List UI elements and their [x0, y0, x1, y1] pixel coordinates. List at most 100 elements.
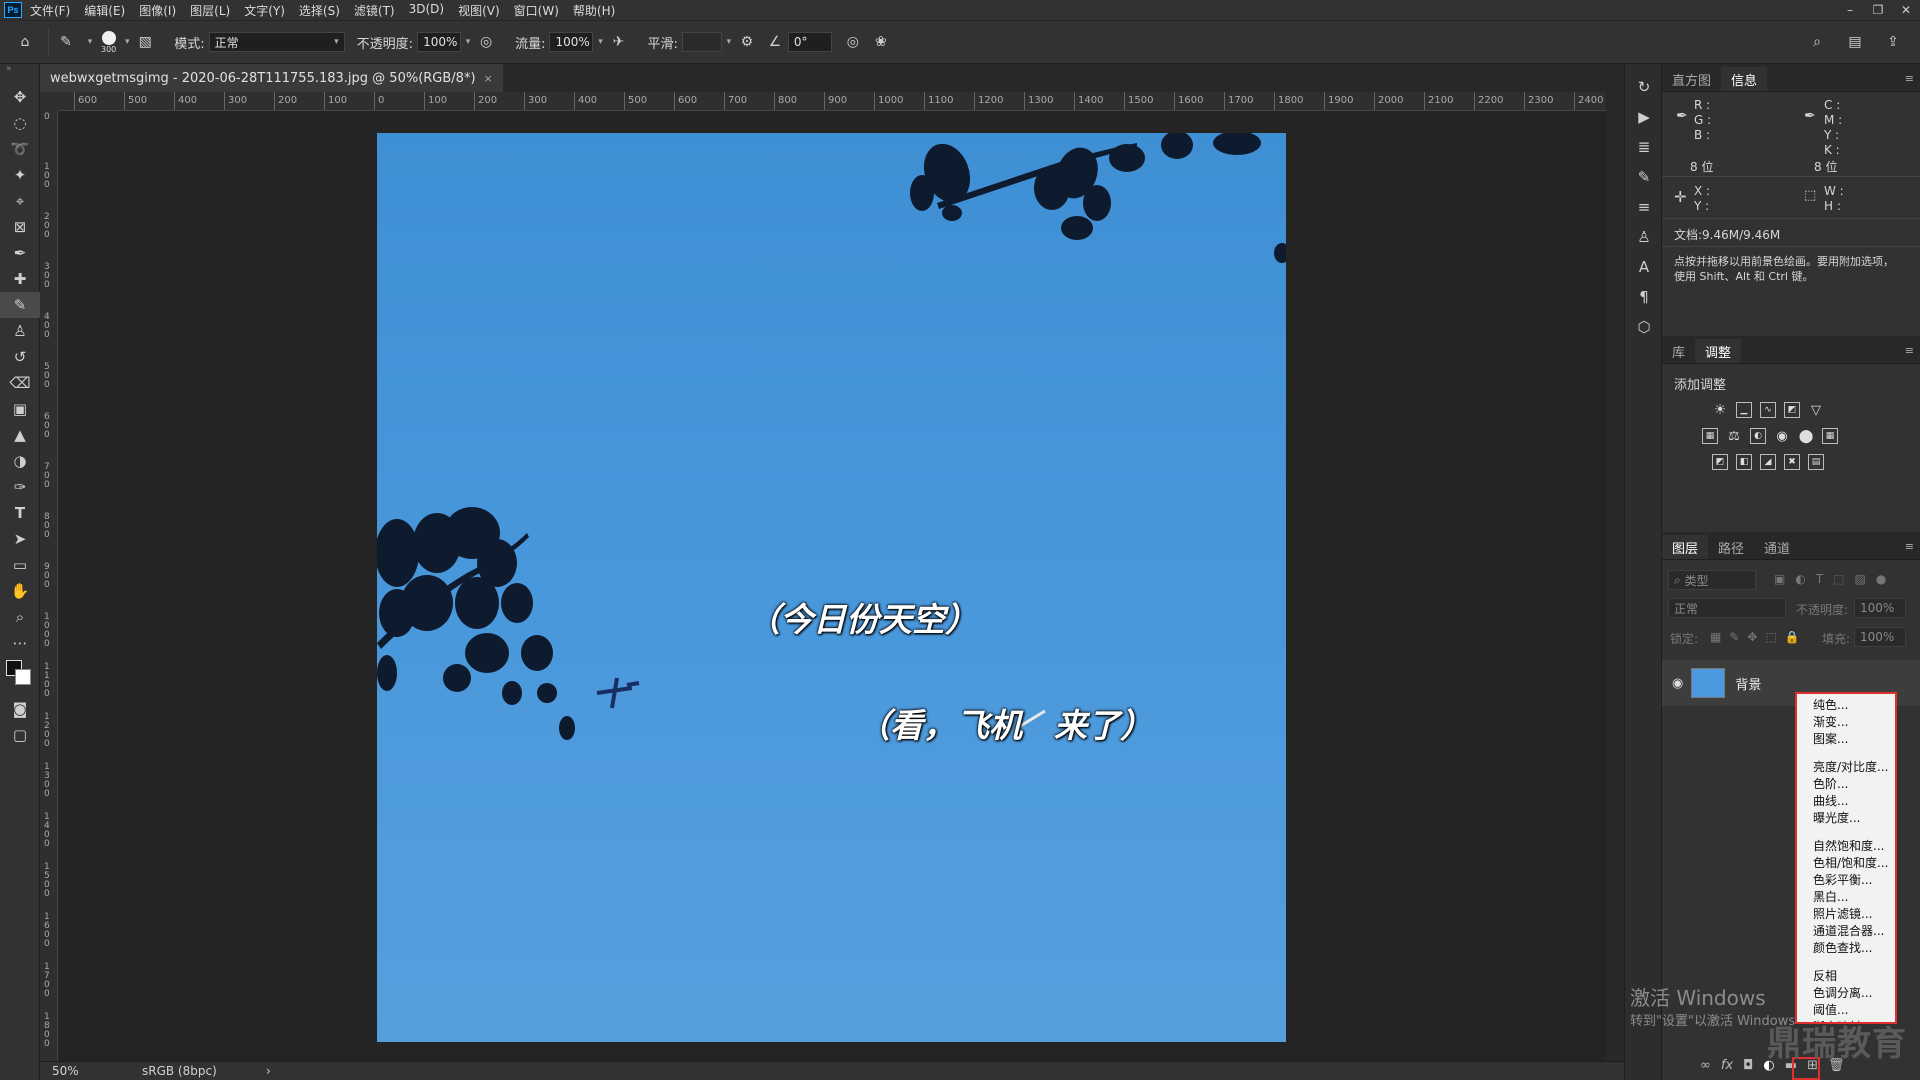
adjustment-menu-item[interactable]: 通道混合器... [1797, 923, 1895, 940]
lock-artboard-icon[interactable]: ⬚ [1765, 630, 1776, 644]
adjustment-menu-item[interactable]: 反相 [1797, 968, 1895, 985]
tab-libraries[interactable]: 库 [1662, 339, 1695, 363]
smart-object-filter-icon[interactable]: ▨ [1855, 572, 1866, 586]
fill-input[interactable]: 100% [1854, 627, 1906, 647]
adjustment-menu-item[interactable]: 色阶... [1797, 776, 1895, 793]
chevron-down-icon[interactable]: ▾ [120, 32, 134, 52]
layer-style-icon[interactable]: fx [1721, 1058, 1733, 1073]
background-color-swatch[interactable] [15, 669, 31, 685]
restore-icon[interactable]: ❐ [1864, 0, 1892, 20]
adjustment-menu-item[interactable]: 黑白... [1797, 889, 1895, 906]
menu-item[interactable]: 文件(F) [30, 2, 70, 19]
eyedropper-tool-icon[interactable]: ✒ [0, 240, 40, 266]
layer-kind-filter[interactable]: ⌕ 类型 [1668, 570, 1756, 590]
3d-panel-icon[interactable]: ⬡ [1625, 312, 1663, 342]
hand-tool-icon[interactable]: ✋ [0, 578, 40, 604]
expand-icon[interactable]: » [0, 64, 39, 84]
actions-panel-icon[interactable]: ▶ [1625, 102, 1663, 132]
adjustment-menu-item[interactable]: 色彩平衡... [1797, 872, 1895, 889]
gradient-map-icon[interactable]: ▤ [1808, 454, 1824, 470]
mode-select[interactable]: 正常 ▾ [208, 32, 345, 52]
lock-position-icon[interactable]: ✥ [1747, 630, 1757, 644]
gradient-tool-icon[interactable]: ▣ [0, 396, 40, 422]
brush-settings-panel-icon[interactable]: ▧ [134, 31, 156, 53]
canvas-area[interactable]: （今日份天空） （看，飞机 来了） [58, 111, 1606, 1061]
adjustment-menu-item[interactable]: 自然饱和度... [1797, 838, 1895, 855]
status-arrow-icon[interactable]: › [266, 1064, 271, 1078]
horizontal-ruler[interactable]: 600 500 400 300 200 100 0 100 200 300 400 500 600 700… [58, 92, 1606, 111]
color-swatches[interactable] [0, 656, 40, 696]
symmetry-icon[interactable]: ❀ [870, 31, 892, 53]
smooth-input[interactable] [681, 32, 722, 52]
exposure-icon[interactable]: ◩ [1784, 402, 1800, 418]
history-brush-tool-icon[interactable]: ↺ [0, 344, 40, 370]
tab-adjustments[interactable]: 调整 [1695, 339, 1742, 363]
adjustment-menu-item[interactable]: 照片滤镜... [1797, 906, 1895, 923]
menu-item[interactable]: 视图(V) [458, 2, 500, 19]
more-tools-icon[interactable]: ⋯ [0, 630, 40, 656]
lock-transparent-icon[interactable]: ▦ [1710, 630, 1721, 644]
angle-input[interactable]: 0° [787, 32, 832, 52]
adjustment-menu-item[interactable]: 色相/饱和度... [1797, 855, 1895, 872]
adjustment-menu-item[interactable]: 曲线... [1797, 793, 1895, 810]
invert-icon[interactable]: ◩ [1712, 454, 1728, 470]
vertical-ruler[interactable]: 0 1 0 0 2 0 0 3 0 0 4 0 0 5 0 0 6 0 0 7 0 0 8 0 … [40, 111, 58, 1061]
quick-select-tool-icon[interactable]: ✦ [0, 162, 40, 188]
shape-filter-icon[interactable]: ⬚ [1833, 572, 1844, 586]
workspace-icon[interactable]: ▤ [1844, 31, 1866, 53]
move-tool-icon[interactable]: ✥ [0, 84, 40, 110]
menu-item[interactable]: 帮助(H) [573, 2, 615, 19]
frame-tool-icon[interactable]: ⊠ [0, 214, 40, 240]
brush-tool-preset-icon[interactable]: ✎ [55, 31, 77, 53]
screen-mode-icon[interactable]: ▢ [0, 722, 40, 748]
pen-tool-icon[interactable]: ✑ [0, 474, 40, 500]
adjustment-menu-item[interactable]: 纯色... [1797, 697, 1895, 714]
opacity-input[interactable]: 100% [417, 32, 462, 52]
brush-settings-icon[interactable]: ≡ [1625, 192, 1663, 222]
tab-layers[interactable]: 图层 [1662, 535, 1709, 559]
type-tool-icon[interactable]: T [0, 500, 40, 526]
brush-tool-icon[interactable]: ✎ [0, 292, 40, 318]
color-lookup-icon[interactable]: ▦ [1822, 428, 1838, 444]
lock-all-icon[interactable]: 🔒 [1785, 630, 1800, 644]
airbrush-icon[interactable]: ✈ [607, 31, 629, 53]
adjustment-menu-item[interactable]: 曝光度... [1797, 810, 1895, 827]
chevron-down-icon[interactable]: ▾ [593, 32, 607, 52]
brushes-panel-icon[interactable]: ✎ [1625, 162, 1663, 192]
pressure-size-icon[interactable]: ◎ [842, 31, 864, 53]
properties-panel-icon[interactable]: ≣ [1625, 132, 1663, 162]
menu-item[interactable]: 3D(D) [409, 2, 444, 19]
marquee-tool-icon[interactable]: ◌ [0, 110, 40, 136]
brightness-icon[interactable]: ☀ [1712, 402, 1728, 418]
tab-histogram[interactable]: 直方图 [1662, 67, 1721, 91]
adjustment-filter-icon[interactable]: ◐ [1795, 572, 1805, 586]
color-balance-icon[interactable]: ⚖ [1726, 428, 1742, 444]
clone-stamp-tool-icon[interactable]: ♙ [0, 318, 40, 344]
quick-mask-icon[interactable]: ◙ [0, 696, 40, 722]
panel-menu-icon[interactable]: ≡ [1905, 540, 1914, 553]
character-panel-icon[interactable]: A [1625, 252, 1663, 282]
selective-color-icon[interactable]: ✖ [1784, 454, 1800, 470]
lasso-tool-icon[interactable]: ➰ [0, 136, 40, 162]
panel-menu-icon[interactable]: ≡ [1905, 72, 1914, 85]
pixel-filter-icon[interactable]: ▣ [1774, 572, 1785, 586]
adjustment-menu-item[interactable]: 图案... [1797, 731, 1895, 748]
menu-item[interactable]: 图像(I) [139, 2, 176, 19]
adjustment-menu-item[interactable]: 色调分离... [1797, 985, 1895, 1002]
add-mask-icon[interactable]: ◘ [1743, 1058, 1753, 1073]
document-image[interactable]: （今日份天空） （看，飞机 来了） [377, 133, 1286, 1042]
home-icon[interactable]: ⌂ [14, 31, 36, 53]
photo-filter-icon[interactable]: ◉ [1774, 428, 1790, 444]
flow-input[interactable]: 100% [549, 32, 594, 52]
dodge-tool-icon[interactable]: ◑ [0, 448, 40, 474]
crop-tool-icon[interactable]: ⌖ [0, 188, 40, 214]
tab-paths[interactable]: 路径 [1708, 535, 1754, 559]
share-icon[interactable]: ⇪ [1882, 31, 1904, 53]
pressure-opacity-icon[interactable]: ◎ [475, 31, 497, 53]
black-white-icon[interactable]: ◐ [1750, 428, 1766, 444]
channel-mixer-icon[interactable]: ⬤ [1798, 428, 1814, 444]
eraser-tool-icon[interactable]: ⌫ [0, 370, 40, 396]
link-layers-icon[interactable]: ∞ [1700, 1058, 1711, 1073]
zoom-level[interactable]: 50% [52, 1064, 142, 1078]
menu-item[interactable]: 选择(S) [299, 2, 340, 19]
